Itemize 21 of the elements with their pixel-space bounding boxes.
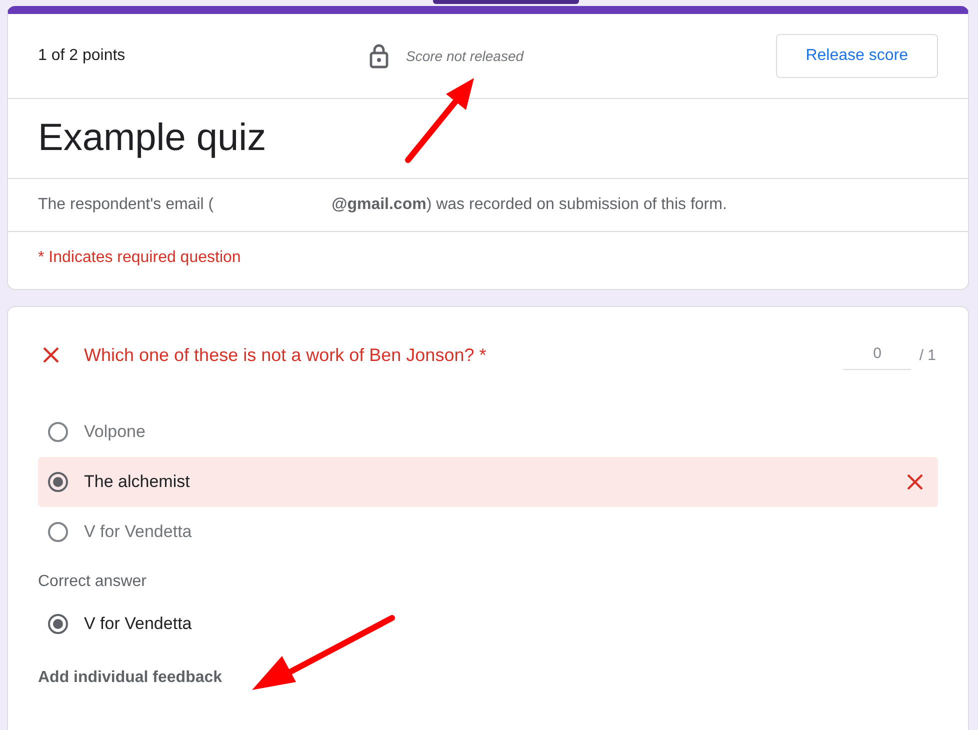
option-label: Volpone [84, 422, 146, 442]
lock-icon [368, 43, 390, 69]
option-label: V for Vendetta [84, 614, 193, 634]
score-status: Score not released [406, 48, 524, 64]
add-feedback-link[interactable]: Add individual feedback [38, 669, 222, 687]
required-note: * Indicates required question [37, 248, 242, 268]
max-score: / 1 [919, 346, 936, 364]
score-field[interactable]: 0 [843, 340, 912, 370]
email-notice: @gmail.com) was recorded on submission of this form. [332, 196, 727, 214]
radio-button[interactable] [48, 422, 68, 442]
question-text: Which one of these is not a work of Ben Jonson? * [84, 344, 488, 366]
close-icon [906, 473, 924, 491]
release-score-button[interactable]: Release score [776, 34, 938, 78]
radio-button[interactable] [48, 472, 68, 492]
radio-button[interactable] [48, 522, 68, 542]
email-notice: The respondent's email ( [38, 196, 214, 214]
form-title: Example quiz [8, 99, 968, 179]
option-label: The alchemist [84, 472, 191, 492]
points-total: 1 of 2 points [38, 47, 126, 65]
correct-answer-label: Correct answer [38, 573, 148, 591]
option-label: V for Vendetta [84, 522, 193, 542]
